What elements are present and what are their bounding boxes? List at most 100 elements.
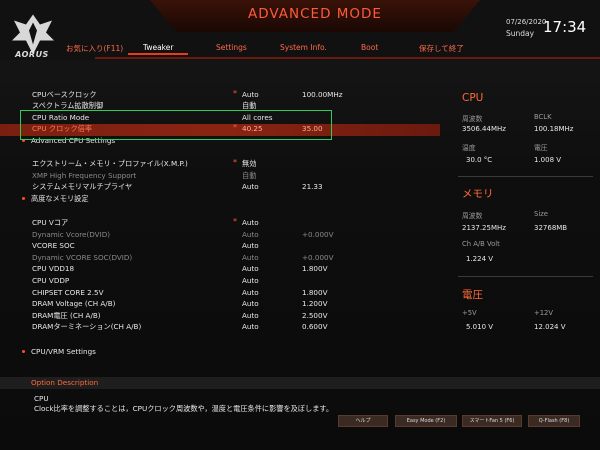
- bullet-icon: [22, 197, 25, 200]
- tab-boot[interactable]: Boot: [361, 43, 378, 52]
- setting-label: XMP High Frequency Support: [32, 171, 137, 180]
- setting-current-value: +0.000V: [302, 253, 334, 262]
- setting-current-value: 1.800V: [302, 288, 328, 297]
- setting-value: Auto: [242, 253, 259, 262]
- memory-size-label: Size: [534, 210, 548, 218]
- tab-save-exit[interactable]: 保存して終了: [419, 43, 464, 54]
- submenu-label: 高度なメモリ設定: [31, 194, 89, 203]
- setting-label: DRAM電圧 (CH A/B): [32, 311, 101, 320]
- setting-current-value: 1.200V: [302, 299, 328, 308]
- cpu-freq-label: 周波数: [462, 115, 483, 123]
- setting-label: CPU Vコア: [32, 218, 69, 227]
- date-display: 07/26/2020: [506, 18, 547, 26]
- cpu-volt-value: 1.008 V: [534, 156, 562, 164]
- submenu-cpu-vrm-settings[interactable]: CPU/VRM Settings: [0, 347, 440, 359]
- changed-marker-icon: *: [233, 123, 237, 132]
- setting-value: Auto: [242, 311, 259, 320]
- setting-value: All cores: [242, 113, 273, 122]
- setting-label: CPU クロック倍率: [32, 124, 93, 133]
- setting-vcore-soc[interactable]: VCORE SOC Auto: [0, 241, 440, 253]
- setting-label: スペクトラム拡散制御: [32, 101, 104, 110]
- setting-label: Dynamic Vcore(DVID): [32, 230, 111, 239]
- submenu-label: Advanced CPU Settings: [31, 136, 116, 145]
- setting-value: Auto: [242, 182, 259, 191]
- submenu-advanced-memory-settings[interactable]: 高度なメモリ設定: [0, 194, 440, 206]
- setting-value: 40.25: [242, 124, 263, 133]
- tab-favorites[interactable]: お気に入り(F11): [66, 43, 123, 54]
- setting-cpu-ratio-mode[interactable]: CPU Ratio Mode All cores: [0, 113, 440, 125]
- changed-marker-icon: *: [233, 89, 237, 98]
- setting-xmp[interactable]: エクストリーム・メモリ・プロファイル(X.M.P.) * 無効: [0, 158, 440, 171]
- setting-dynamic-vcore[interactable]: Dynamic Vcore(DVID) Auto +0.000V: [0, 230, 440, 242]
- cpu-heading: CPU: [462, 92, 484, 104]
- setting-dram-vpp[interactable]: DRAM電圧 (CH A/B) Auto 2.500V: [0, 311, 440, 323]
- setting-label: エクストリーム・メモリ・プロファイル(X.M.P.): [32, 159, 188, 168]
- setting-dram-termination[interactable]: DRAMターミネーション(CH A/B) Auto 0.600V: [0, 322, 440, 334]
- smart-fan-button[interactable]: スマートFan 5 (F6): [462, 415, 522, 427]
- voltage-12v-value: 12.024 V: [534, 323, 566, 331]
- setting-label: DRAMターミネーション(CH A/B): [32, 322, 142, 331]
- setting-label: DRAM Voltage (CH A/B): [32, 299, 116, 308]
- setting-label: Dynamic VCORE SOC(DVID): [32, 253, 133, 262]
- setting-current-value: 1.800V: [302, 264, 328, 273]
- cpu-temp-label: 温度: [462, 144, 476, 152]
- bullet-icon: [22, 350, 25, 353]
- voltage-5v-label: +5V: [462, 309, 477, 317]
- memory-volt-value: 1.224 V: [466, 255, 494, 263]
- page-title: ADVANCED MODE: [248, 6, 382, 22]
- setting-value: 無効: [242, 159, 257, 168]
- setting-cpu-vdd18[interactable]: CPU VDD18 Auto 1.800V: [0, 264, 440, 276]
- voltage-5v-value: 5.010 V: [466, 323, 494, 331]
- cpu-volt-label: 電圧: [534, 144, 548, 152]
- panel-divider: [458, 176, 593, 177]
- setting-value: Auto: [242, 299, 259, 308]
- submenu-advanced-cpu-settings[interactable]: Advanced CPU Settings: [0, 136, 440, 148]
- setting-cpu-base-clock[interactable]: CPUベースクロック * Auto 100.00MHz: [0, 89, 440, 102]
- setting-value: Auto: [242, 90, 259, 99]
- setting-dynamic-vcore-soc[interactable]: Dynamic VCORE SOC(DVID) Auto +0.000V: [0, 253, 440, 265]
- submenu-label: CPU/VRM Settings: [31, 347, 96, 356]
- bullet-icon: [22, 139, 25, 142]
- setting-xmp-high-frequency[interactable]: XMP High Frequency Support 自動: [0, 171, 440, 183]
- cpu-bclk-label: BCLK: [534, 113, 552, 121]
- setting-cpu-vddp[interactable]: CPU VDDP Auto: [0, 276, 440, 288]
- option-description-line-1: CPU: [34, 394, 49, 403]
- memory-volt-label: Ch A/B Volt: [462, 240, 500, 248]
- setting-value: Auto: [242, 288, 259, 297]
- tab-tweaker[interactable]: Tweaker: [143, 43, 173, 52]
- tab-settings[interactable]: Settings: [216, 43, 247, 52]
- panel-divider: [458, 276, 593, 277]
- setting-current-value: 21.33: [302, 182, 323, 191]
- option-description-title: Option Description: [31, 378, 99, 387]
- setting-current-value: 100.00MHz: [302, 90, 343, 99]
- setting-value: 自動: [242, 171, 257, 180]
- setting-cpu-clock-ratio[interactable]: CPU クロック倍率 * 40.25 35.00: [0, 123, 440, 136]
- header-divider: [95, 57, 600, 59]
- q-flash-button[interactable]: Q-Flash (F8): [528, 415, 580, 427]
- memory-heading: メモリ: [462, 188, 494, 200]
- bios-screen: ADVANCED MODE AORUS お気に入り(F11) Tweaker S…: [0, 0, 600, 450]
- setting-cpu-vcore[interactable]: CPU Vコア * Auto: [0, 217, 440, 230]
- tab-system-info[interactable]: System Info.: [280, 43, 327, 52]
- setting-memory-multiplier[interactable]: システムメモリマルチプライヤ Auto 21.33: [0, 182, 440, 194]
- setting-label: CPUベースクロック: [32, 90, 97, 99]
- setting-label: CPU VDDP: [32, 276, 70, 285]
- voltage-heading: 電圧: [462, 289, 483, 301]
- voltage-12v-label: +12V: [534, 309, 553, 317]
- setting-chipset-core[interactable]: CHIPSET CORE 2.5V Auto 1.800V: [0, 288, 440, 300]
- setting-dram-voltage[interactable]: DRAM Voltage (CH A/B) Auto 1.200V: [0, 299, 440, 311]
- cpu-freq-value: 3506.44MHz: [462, 125, 506, 133]
- time-display: 17:34: [543, 18, 587, 36]
- setting-current-value: +0.000V: [302, 230, 334, 239]
- changed-marker-icon: *: [233, 217, 237, 226]
- setting-value: Auto: [242, 218, 259, 227]
- memory-freq-value: 2137.25MHz: [462, 224, 506, 232]
- easy-mode-button[interactable]: Easy Mode (F2): [395, 415, 457, 427]
- setting-spread-spectrum[interactable]: スペクトラム拡散制御 自動: [0, 101, 440, 113]
- memory-freq-label: 周波数: [462, 212, 483, 220]
- changed-marker-icon: *: [233, 158, 237, 167]
- day-display: Sunday: [506, 29, 535, 38]
- memory-size-value: 32768MB: [534, 224, 568, 232]
- setting-label: CHIPSET CORE 2.5V: [32, 288, 104, 297]
- help-button[interactable]: ヘルプ: [338, 415, 388, 427]
